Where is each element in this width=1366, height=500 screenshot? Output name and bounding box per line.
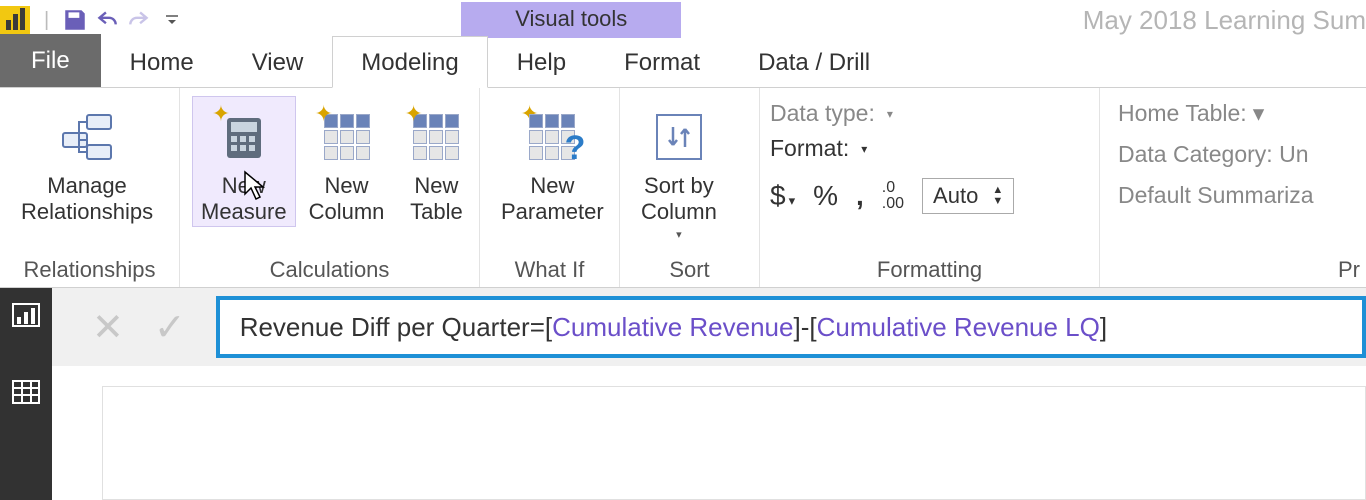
customize-qat-icon[interactable] — [163, 11, 181, 29]
app-logo — [0, 6, 30, 34]
canvas-area — [0, 366, 1366, 500]
view-switcher-cont — [0, 366, 52, 500]
contextual-tab-label: Visual tools — [461, 2, 681, 38]
manage-relationships-button[interactable]: Manage Relationships — [12, 96, 162, 227]
chevron-down-icon: ▾ — [1253, 100, 1265, 127]
format-label: Format: — [770, 135, 849, 162]
data-category-dropdown[interactable]: Data Category: Un — [1118, 141, 1308, 168]
manage-relationships-icon — [57, 103, 117, 171]
manage-relationships-label: Manage Relationships — [21, 173, 153, 226]
data-type-dropdown[interactable]: Data type: ▾ — [770, 100, 893, 127]
data-type-label: Data type: — [770, 100, 875, 127]
home-table-label: Home Table: — [1118, 100, 1247, 127]
new-table-icon: ✦ — [406, 103, 466, 171]
group-formatting: Data type: ▾ Format: ▾ $▾ % , .0.00 Auto… — [760, 88, 1100, 287]
decimal-places-value: Auto — [933, 183, 978, 209]
formula-measure-name: Revenue Diff per Quarter — [240, 312, 530, 343]
chevron-down-icon: ▾ — [861, 142, 867, 156]
chevron-down-icon: ▾ — [887, 107, 893, 121]
sort-by-column-label: Sort by Column — [641, 173, 717, 226]
group-properties-label: Pr — [1100, 251, 1366, 287]
qat-separator: | — [44, 9, 49, 32]
thousand-separator-button[interactable]: , — [856, 180, 864, 212]
new-measure-label: New Measure — [201, 173, 287, 226]
spinner-down-icon[interactable]: ▼ — [992, 196, 1003, 207]
group-calculations: ✦ New Measure ✦ New Column — [180, 88, 480, 287]
decimal-places-input[interactable]: Auto ▲▼ — [922, 178, 1014, 214]
ribbon: Manage Relationships Relationships ✦ New… — [0, 88, 1366, 288]
formula-bar: ✕ ✓ Revenue Diff per Quarter = [ Cumulat… — [52, 288, 1366, 366]
new-table-label: New Table — [410, 173, 463, 226]
default-summarization-dropdown[interactable]: Default Summariza — [1118, 182, 1314, 209]
formula-input[interactable]: Revenue Diff per Quarter = [ Cumulative … — [216, 296, 1366, 358]
currency-button[interactable]: $▾ — [770, 180, 795, 212]
group-relationships-label: Relationships — [0, 251, 179, 287]
formula-ref-2: Cumulative Revenue LQ — [817, 312, 1100, 343]
redo-icon[interactable] — [123, 4, 155, 36]
tab-home[interactable]: Home — [101, 36, 223, 87]
new-column-label: New Column — [309, 173, 385, 226]
save-icon[interactable] — [59, 4, 91, 36]
group-calculations-label: Calculations — [180, 251, 479, 287]
report-view-icon[interactable] — [11, 302, 41, 328]
sort-by-column-button[interactable]: Sort by Column ▾ — [632, 96, 726, 242]
group-sort-label: Sort — [620, 251, 759, 287]
formula-ref-1: Cumulative Revenue — [552, 312, 793, 343]
chevron-down-icon: ▾ — [676, 228, 682, 241]
group-formatting-label: Formatting — [760, 251, 1099, 287]
default-summarization-label: Default Summariza — [1118, 182, 1314, 209]
tab-view[interactable]: View — [223, 36, 333, 87]
tab-modeling[interactable]: Modeling — [332, 36, 487, 88]
decimal-places-icon: .0.00 — [882, 180, 904, 212]
new-table-button[interactable]: ✦ New Table — [397, 96, 475, 227]
new-parameter-button[interactable]: ✦ ? New Parameter — [492, 96, 613, 227]
new-measure-icon: ✦ — [214, 103, 274, 171]
new-parameter-label: New Parameter — [501, 173, 604, 226]
format-dropdown[interactable]: Format: ▾ — [770, 135, 867, 162]
group-sort: Sort by Column ▾ Sort — [620, 88, 760, 287]
commit-formula-icon[interactable]: ✓ — [154, 305, 186, 350]
data-category-label: Data Category: Un — [1118, 141, 1308, 168]
title-bar: | Visual tools May 2018 Learning Sum — [0, 0, 1366, 40]
home-table-dropdown[interactable]: Home Table: ▾ — [1118, 100, 1264, 127]
new-measure-button[interactable]: ✦ New Measure — [192, 96, 296, 227]
group-relationships: Manage Relationships Relationships — [0, 88, 180, 287]
data-view-icon[interactable] — [12, 380, 40, 409]
group-properties: Home Table: ▾ Data Category: Un Default … — [1100, 88, 1366, 287]
cancel-formula-icon[interactable]: ✕ — [92, 305, 124, 350]
tab-format[interactable]: Format — [595, 37, 729, 87]
group-whatif: ✦ ? New Parameter What If — [480, 88, 620, 287]
document-title: May 2018 Learning Sum — [1083, 5, 1366, 36]
tab-data-drill[interactable]: Data / Drill — [729, 37, 899, 87]
report-canvas[interactable] — [102, 386, 1366, 500]
view-switcher — [0, 288, 52, 366]
sort-by-column-icon — [649, 103, 709, 171]
new-column-button[interactable]: ✦ New Column — [300, 96, 394, 227]
new-parameter-icon: ✦ ? — [522, 103, 582, 171]
tab-file[interactable]: File — [0, 34, 101, 87]
tab-help[interactable]: Help — [488, 36, 595, 87]
new-column-icon: ✦ — [317, 103, 377, 171]
percent-button[interactable]: % — [813, 180, 838, 212]
ribbon-tabs: File Home View Modeling Help Format Data… — [0, 40, 1366, 88]
formula-row: ✕ ✓ Revenue Diff per Quarter = [ Cumulat… — [0, 288, 1366, 366]
group-whatif-label: What If — [480, 251, 619, 287]
undo-icon[interactable] — [91, 4, 123, 36]
